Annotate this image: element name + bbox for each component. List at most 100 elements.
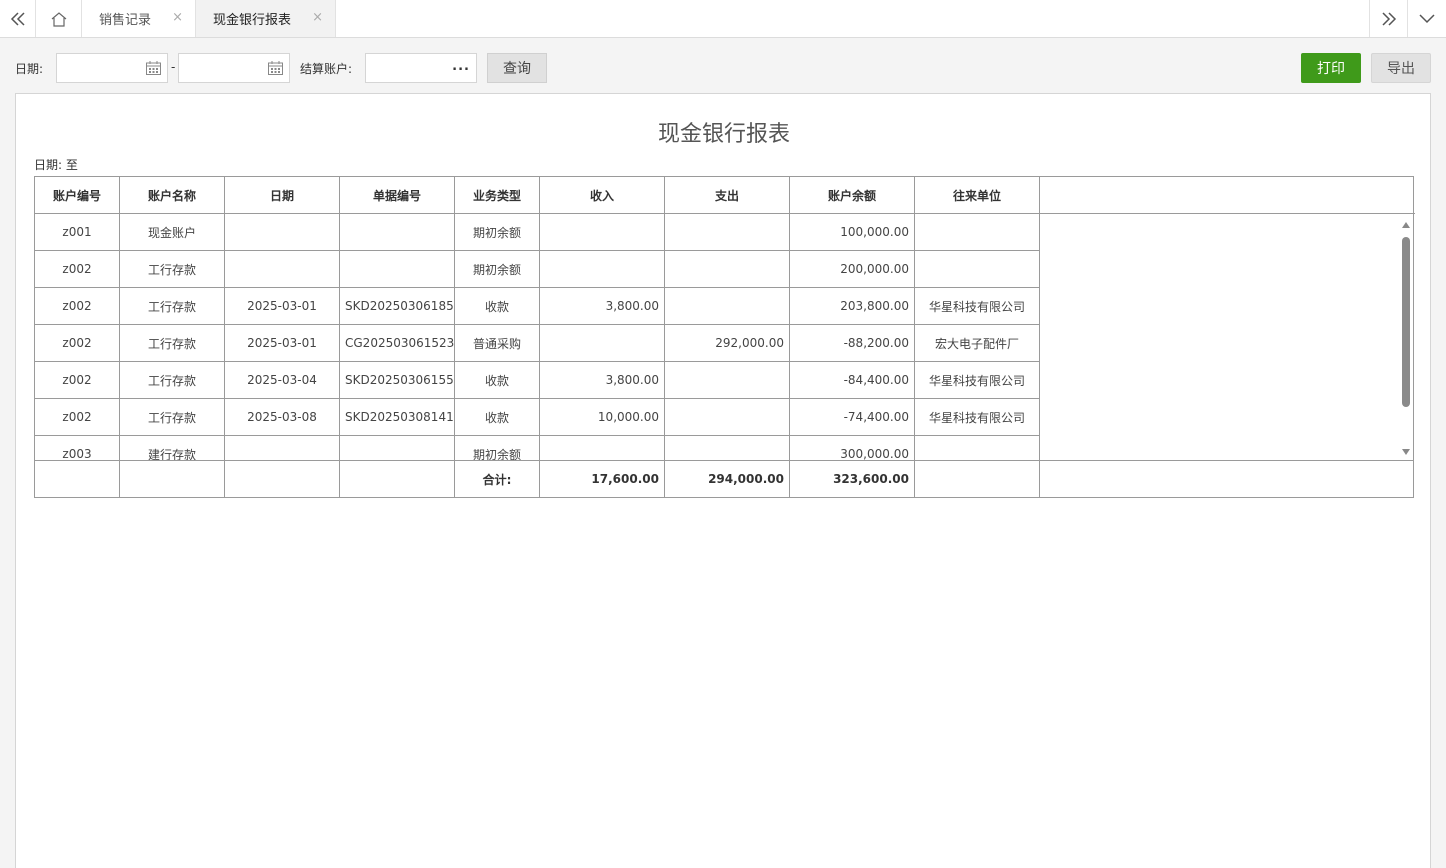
filter-toolbar: 日期: - 结算账户: ... 查询 打印 导出: [0, 38, 1446, 94]
balance-cell: 203,800.00: [790, 288, 915, 325]
table-row[interactable]: z001 现金账户 期初余额 100,000.00: [35, 214, 1413, 251]
column-header[interactable]: 账户名称: [120, 177, 225, 214]
date-cell: [225, 436, 340, 460]
home-icon: [51, 11, 66, 27]
table-row[interactable]: z002工行存款2025-03-04SKD2025030615595收款3,80…: [35, 362, 1413, 399]
footer-filler: [1040, 461, 1415, 497]
chevron-down-icon: [1419, 13, 1435, 23]
table-row[interactable]: z002 工行存款 期初余额 200,000.00: [35, 251, 1413, 288]
report-table: 账户编号 账户名称 日期 单据编号 业务类型 收入 支出 账户余额 往来单位 z…: [34, 176, 1415, 498]
account-name-cell: 现金账户: [120, 214, 225, 251]
tab-menu-dropdown-button[interactable]: [1407, 0, 1446, 37]
total-balance: 323,600.00: [790, 461, 915, 497]
settlement-account-input[interactable]: ...: [365, 53, 477, 83]
home-tab-button[interactable]: [36, 0, 82, 37]
expense-cell: [665, 399, 790, 436]
scroll-tabs-left-button[interactable]: [0, 0, 36, 37]
column-header[interactable]: 业务类型: [455, 177, 540, 214]
income-cell: [540, 325, 665, 362]
close-icon[interactable]: ×: [312, 10, 323, 25]
vertical-scrollbar[interactable]: [1399, 214, 1413, 460]
expense-cell: [665, 214, 790, 251]
footer-cell: [340, 461, 455, 497]
tab-label: 销售记录: [99, 13, 152, 28]
account-name-cell: 工行存款: [120, 399, 225, 436]
end-date-input[interactable]: [178, 53, 290, 83]
report-panel: 现金银行报表 日期: 至 账户编号 账户名称 日期 单据编号 业务类型 收入 支…: [15, 93, 1431, 868]
balance-cell: 100,000.00: [790, 214, 915, 251]
income-cell: [540, 436, 665, 460]
business-type-cell: 收款: [455, 362, 540, 399]
account-code-cell: z002: [35, 251, 120, 288]
column-header[interactable]: 日期: [225, 177, 340, 214]
document-number-cell: SKD2025030615595: [340, 362, 455, 399]
document-number-cell: SKD2025030814150: [340, 399, 455, 436]
calendar-icon[interactable]: [268, 61, 283, 75]
counterparty-cell: 华星科技有限公司: [915, 288, 1040, 325]
counterparty-cell: [915, 251, 1040, 288]
table-row[interactable]: z002工行存款2025-03-01SKD2025030618510收款3,80…: [35, 288, 1413, 325]
column-header[interactable]: 账户编号: [35, 177, 120, 214]
document-number-cell: CG20250306152354: [340, 325, 455, 362]
calendar-icon[interactable]: [146, 61, 161, 75]
print-button[interactable]: 打印: [1301, 53, 1361, 83]
double-chevron-right-icon: [1381, 11, 1396, 26]
tab-cash-bank-report[interactable]: 现金银行报表 ×: [196, 0, 336, 37]
scroll-up-arrow-icon[interactable]: [1402, 222, 1410, 228]
income-cell: [540, 251, 665, 288]
close-icon[interactable]: ×: [172, 10, 183, 25]
report-title: 现金银行报表: [657, 122, 790, 147]
footer-cell: [225, 461, 340, 497]
counterparty-cell: [915, 436, 1040, 460]
table-row[interactable]: z002工行存款2025-03-08SKD2025030814150收款10,0…: [35, 399, 1413, 436]
expense-cell: [665, 251, 790, 288]
date-cell: 2025-03-01: [225, 325, 340, 362]
business-type-cell: 期初余额: [455, 214, 540, 251]
report-date-range: 日期: 至: [34, 158, 78, 172]
date-cell: 2025-03-04: [225, 362, 340, 399]
business-type-cell: 期初余额: [455, 436, 540, 460]
export-button[interactable]: 导出: [1371, 53, 1431, 83]
scroll-tabs-right-button[interactable]: [1369, 0, 1407, 37]
double-chevron-left-icon: [10, 11, 25, 26]
expense-cell: [665, 362, 790, 399]
ellipsis-picker-button[interactable]: ...: [452, 59, 470, 74]
total-label: 合计:: [455, 461, 540, 497]
account-name-cell: 工行存款: [120, 362, 225, 399]
table-row[interactable]: z003 建行存款 期初余额 300,000.00: [35, 436, 1413, 460]
account-code-cell: z002: [35, 399, 120, 436]
date-cell: [225, 214, 340, 251]
scrollbar-thumb[interactable]: [1402, 237, 1410, 407]
start-date-input[interactable]: [56, 53, 168, 83]
row-filler: [1040, 362, 1413, 399]
column-header[interactable]: 收入: [540, 177, 665, 214]
total-income: 17,600.00: [540, 461, 665, 497]
table-row[interactable]: z002工行存款2025-03-01CG20250306152354普通采购 29…: [35, 325, 1413, 362]
account-name-cell: 建行存款: [120, 436, 225, 460]
column-header[interactable]: 单据编号: [340, 177, 455, 214]
date-label: 日期:: [15, 62, 44, 76]
expense-cell: 292,000.00: [665, 325, 790, 362]
column-header[interactable]: 往来单位: [915, 177, 1040, 214]
business-type-cell: 期初余额: [455, 251, 540, 288]
business-type-cell: 收款: [455, 288, 540, 325]
column-header[interactable]: 支出: [665, 177, 790, 214]
document-number-cell: SKD2025030618510: [340, 288, 455, 325]
tab-sales-records[interactable]: 销售记录 ×: [82, 0, 196, 37]
footer-cell: [915, 461, 1040, 497]
counterparty-cell: 华星科技有限公司: [915, 362, 1040, 399]
tab-label: 现金银行报表: [213, 13, 292, 28]
query-button[interactable]: 查询: [487, 53, 547, 83]
column-header[interactable]: 账户余额: [790, 177, 915, 214]
scroll-down-arrow-icon[interactable]: [1402, 449, 1410, 455]
table-body[interactable]: z001 现金账户 期初余额 100,000.00 z002 工行存款 期初余额 200,00…: [35, 214, 1413, 461]
income-cell: 3,800.00: [540, 362, 665, 399]
income-cell: 10,000.00: [540, 399, 665, 436]
expense-cell: [665, 436, 790, 460]
date-cell: 2025-03-01: [225, 288, 340, 325]
business-type-cell: 收款: [455, 399, 540, 436]
date-cell: [225, 251, 340, 288]
document-number-cell: [340, 251, 455, 288]
settlement-account-label: 结算账户:: [300, 62, 353, 76]
counterparty-cell: 宏大电子配件厂: [915, 325, 1040, 362]
